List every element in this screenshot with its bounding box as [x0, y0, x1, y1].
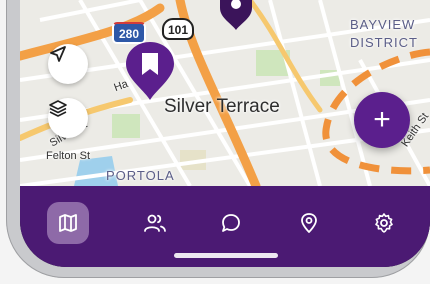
- location-pin-icon: [301, 213, 317, 233]
- map-view[interactable]: 280 101 BAYVIEW DISTRICT Silver Terrace …: [20, 0, 430, 186]
- tab-people[interactable]: [134, 202, 176, 244]
- device-frame: 280 101 BAYVIEW DISTRICT Silver Terrace …: [0, 0, 430, 284]
- bookmark-marker[interactable]: [124, 40, 176, 102]
- bookmark-pin-icon: [126, 42, 174, 100]
- map-layers-button[interactable]: [48, 98, 88, 138]
- add-button[interactable]: +: [354, 92, 410, 148]
- chat-bubble-icon: [222, 214, 240, 232]
- district-label: BAYVIEW DISTRICT: [350, 16, 418, 52]
- portola-label: PORTOLA: [106, 168, 175, 183]
- district-label-line2: DISTRICT: [350, 35, 418, 50]
- gear-icon: [375, 213, 393, 233]
- map-marker-top[interactable]: [216, 0, 256, 30]
- home-indicator[interactable]: [174, 253, 278, 258]
- tab-map[interactable]: [47, 202, 89, 244]
- plus-icon: +: [373, 103, 391, 136]
- tab-settings[interactable]: [363, 202, 405, 244]
- tab-chat[interactable]: [210, 202, 252, 244]
- park-area: [112, 114, 140, 138]
- map-icon: [59, 214, 77, 232]
- district-label-line1: BAYVIEW: [350, 17, 416, 32]
- navigation-arrow-icon: [50, 46, 66, 62]
- marker-pin-icon: [220, 0, 252, 30]
- street-label-felton: Felton St: [46, 150, 91, 162]
- locate-me-button[interactable]: [48, 44, 88, 84]
- neighborhood-label: Silver Terrace: [164, 96, 280, 117]
- layers-icon: [49, 100, 67, 117]
- people-icon: [144, 214, 166, 232]
- phone-screen: 280 101 BAYVIEW DISTRICT Silver Terrace …: [20, 0, 430, 267]
- highway-shield-101: 101: [162, 18, 194, 40]
- tab-location[interactable]: [288, 202, 330, 244]
